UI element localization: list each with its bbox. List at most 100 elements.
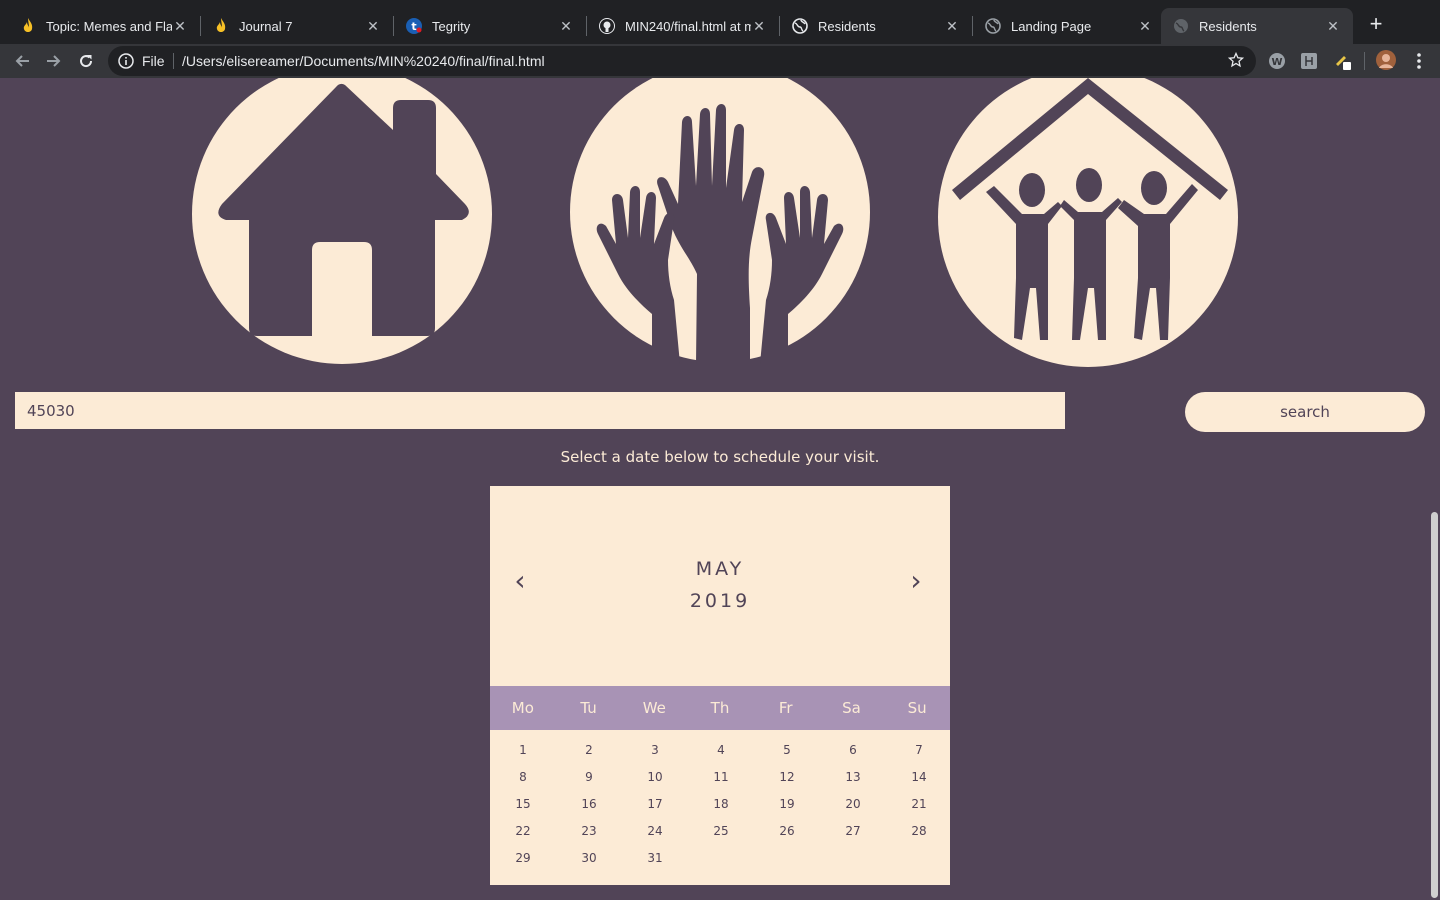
calendar: ‹ MAY 2019 › Mo Tu We Th Fr Sa Su 1 2 3 … xyxy=(490,486,950,885)
next-month-button[interactable]: › xyxy=(901,566,931,596)
svg-text:W: W xyxy=(1271,57,1282,68)
zip-search-input[interactable] xyxy=(15,392,1065,429)
weekday-su: Su xyxy=(907,699,927,717)
tab-journal-7[interactable]: Journal 7 ✕ xyxy=(201,8,393,44)
tab-title: Journal 7 xyxy=(239,18,293,34)
reload-button[interactable] xyxy=(74,49,98,73)
calendar-day[interactable]: 1 xyxy=(490,742,556,758)
close-icon[interactable]: ✕ xyxy=(1325,18,1341,35)
calendar-day[interactable]: 18 xyxy=(688,796,754,812)
calendar-day[interactable]: 14 xyxy=(886,769,952,785)
flame-icon xyxy=(20,18,36,34)
weekday-header: Mo Tu We Th Fr Sa Su xyxy=(490,686,950,730)
tab-residents[interactable]: Residents ✕ xyxy=(780,8,972,44)
tab-title: Residents xyxy=(1199,18,1257,34)
info-icon[interactable] xyxy=(118,53,134,69)
calendar-day[interactable]: 9 xyxy=(556,769,622,785)
calendar-day[interactable]: 21 xyxy=(886,796,952,812)
tab-title: Landing Page xyxy=(1011,18,1092,34)
calendar-day[interactable]: 4 xyxy=(688,742,754,758)
calendar-day[interactable]: 8 xyxy=(490,769,556,785)
tab-topic-memes[interactable]: Topic: Memes and Flas ✕ xyxy=(8,8,200,44)
wordpress-extension-icon[interactable]: W xyxy=(1268,52,1286,70)
bookmark-star-icon[interactable] xyxy=(1228,52,1244,68)
close-icon[interactable]: ✕ xyxy=(944,18,960,35)
calendar-day[interactable]: 10 xyxy=(622,769,688,785)
tab-title: MIN240/final.html at m xyxy=(625,18,751,34)
schedule-prompt: Select a date below to schedule your vis… xyxy=(560,448,880,466)
calendar-day[interactable]: 29 xyxy=(490,850,556,866)
raised-hands-icon xyxy=(570,78,870,364)
toolbar-divider xyxy=(1364,52,1365,70)
calendar-day[interactable]: 11 xyxy=(688,769,754,785)
svg-text:t: t xyxy=(411,20,416,33)
globe-icon xyxy=(985,18,1001,34)
back-button[interactable] xyxy=(10,49,34,73)
hero-icons xyxy=(0,78,1440,378)
calendar-day[interactable]: 7 xyxy=(886,742,952,758)
close-icon[interactable]: ✕ xyxy=(365,18,381,35)
flame-icon xyxy=(213,18,229,34)
calendar-day[interactable]: 31 xyxy=(622,850,688,866)
calendar-day[interactable]: 3 xyxy=(622,742,688,758)
close-icon[interactable]: ✕ xyxy=(558,18,574,35)
close-icon[interactable]: ✕ xyxy=(1137,18,1153,35)
page-scrollbar[interactable] xyxy=(1431,512,1438,898)
calendar-day[interactable]: 24 xyxy=(622,823,688,839)
close-icon[interactable]: ✕ xyxy=(751,18,767,35)
calendar-header: ‹ MAY 2019 › xyxy=(490,486,950,686)
calendar-day[interactable]: 23 xyxy=(556,823,622,839)
calendar-day[interactable]: 6 xyxy=(820,742,886,758)
weekday-sa: Sa xyxy=(842,699,861,717)
calendar-day[interactable]: 20 xyxy=(820,796,886,812)
calendar-day[interactable]: 28 xyxy=(886,823,952,839)
weekday-mo: Mo xyxy=(511,699,534,717)
address-bar[interactable]: File /Users/elisereamer/Documents/MIN%20… xyxy=(108,46,1256,76)
globe-icon xyxy=(792,18,808,34)
calendar-day[interactable]: 27 xyxy=(820,823,886,839)
url-scheme-label: File xyxy=(142,53,165,69)
tab-landing-page[interactable]: Landing Page ✕ xyxy=(973,8,1165,44)
house-icon xyxy=(192,78,492,364)
weekday-tu: Tu xyxy=(580,699,597,717)
calendar-day[interactable]: 15 xyxy=(490,796,556,812)
tab-title: Tegrity xyxy=(432,18,471,34)
calendar-day[interactable]: 2 xyxy=(556,742,622,758)
tab-residents-active[interactable]: Residents ✕ xyxy=(1161,8,1353,44)
calendar-month: MAY xyxy=(695,558,745,580)
calendar-day[interactable]: 13 xyxy=(820,769,886,785)
profile-avatar[interactable] xyxy=(1376,50,1396,70)
browser-toolbar: File /Users/elisereamer/Documents/MIN%20… xyxy=(0,44,1440,78)
weekday-we: We xyxy=(642,699,666,717)
page-content: search Select a date below to schedule y… xyxy=(0,78,1440,900)
arrow-right-icon xyxy=(47,55,61,67)
calendar-day[interactable]: 19 xyxy=(754,796,820,812)
calendar-day[interactable]: 12 xyxy=(754,769,820,785)
calendar-day[interactable]: 26 xyxy=(754,823,820,839)
family-under-roof-icon xyxy=(938,78,1238,367)
close-icon[interactable]: ✕ xyxy=(172,18,188,35)
tegrity-icon: t xyxy=(406,18,422,34)
calendar-day[interactable]: 25 xyxy=(688,823,754,839)
omnibox-divider xyxy=(173,53,174,69)
calendar-day[interactable]: 17 xyxy=(622,796,688,812)
tab-github-final[interactable]: MIN240/final.html at m ✕ xyxy=(587,8,779,44)
forward-button[interactable] xyxy=(42,49,66,73)
more-menu-icon[interactable] xyxy=(1412,51,1426,71)
new-tab-button[interactable]: + xyxy=(1364,12,1388,36)
calendar-day[interactable]: 22 xyxy=(490,823,556,839)
weekday-fr: Fr xyxy=(778,699,793,717)
calendar-year: 2019 xyxy=(689,590,751,612)
pen-extension-icon[interactable] xyxy=(1334,52,1352,70)
tab-strip: Topic: Memes and Flas ✕ Journal 7 ✕ t Te… xyxy=(0,0,1440,44)
weekday-th: Th xyxy=(710,699,730,717)
github-icon xyxy=(599,18,615,34)
calendar-day[interactable]: 5 xyxy=(754,742,820,758)
search-button[interactable]: search xyxy=(1185,392,1425,432)
extension-puzzle-icon[interactable] xyxy=(1300,52,1318,70)
url-text[interactable]: /Users/elisereamer/Documents/MIN%20240/f… xyxy=(182,53,545,69)
tab-title: Residents xyxy=(818,18,876,34)
calendar-day[interactable]: 30 xyxy=(556,850,622,866)
calendar-day[interactable]: 16 xyxy=(556,796,622,812)
tab-tegrity[interactable]: t Tegrity ✕ xyxy=(394,8,586,44)
